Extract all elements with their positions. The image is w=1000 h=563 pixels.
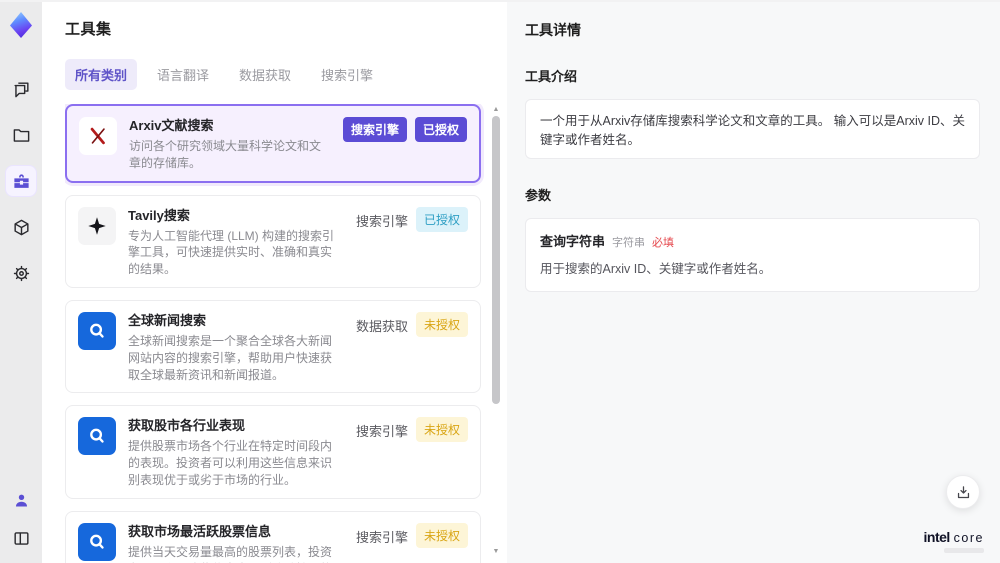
tool-description: 访问各个研究领域大量科学论文和文章的存储库。 [129,139,322,170]
tool-card-active-stocks[interactable]: 获取市场最活跃股票信息 提供当天交易量最高的股票列表，投资者可以利用这些信息来识… [65,510,481,563]
detail-title: 工具详情 [525,22,581,38]
stock-search-logo-icon [78,417,116,456]
tool-card-tavily[interactable]: Tavily搜索 专为人工智能代理 (LLM) 构建的搜索引擎工具，可快速提供实… [65,194,481,288]
toolbox-icon-active[interactable] [6,166,36,196]
authorized-badge: 已授权 [414,117,467,142]
param-type: 字符串 [612,237,646,249]
tool-name: 获取市场最活跃股票信息 [128,523,272,539]
tool-name: 全球新闻搜索 [128,312,207,328]
tool-name: 获取股市各行业表现 [128,418,246,434]
unauthorized-badge: 未授权 [415,522,468,548]
authorized-badge: 已授权 [415,206,468,232]
intel-logo-sub-badge [944,548,984,553]
panel-layout-icon[interactable] [6,523,36,553]
download-button[interactable] [946,475,980,509]
tool-description: 全球新闻搜索是一个聚合全球各大新闻网站内容的搜索引擎，帮助用户快速获取全球最新资… [128,333,333,382]
page-title: 工具集 [65,21,112,38]
parameter-card: 查询字符串 字符串 必填 用于搜索的Arxiv ID、关键字或作者姓名。 [525,218,980,292]
tab-data-fetch[interactable]: 数据获取 [229,59,301,90]
category-badge: 搜索引擎 [342,117,407,142]
stock-search-logo-icon [78,522,116,561]
unauthorized-badge: 未授权 [415,311,468,337]
tab-all-categories[interactable]: 所有类别 [65,59,138,90]
tool-list: Arxiv文献搜索 访问各个研究领域大量科学论文和文章的存储库。 搜索引擎 已授… [65,104,481,563]
tool-card-sector-performance[interactable]: 获取股市各行业表现 提供股票市场各个行业在特定时间段内的表现。投资者可以利用这些… [65,405,481,499]
params-heading: 参数 [525,188,552,203]
intel-brand-text: intel [923,529,951,545]
gear-icon[interactable] [6,258,36,288]
tool-description: 提供股票市场各个行业在特定时间段内的表现。投资者可以利用这些信息来识别表现优于或… [128,439,333,487]
category-tabs: 所有类别 语言翻译 数据获取 搜索引擎 [65,59,507,90]
tool-name: Arxiv文献搜索 [129,118,214,133]
folder-icon[interactable] [6,120,36,150]
param-name: 查询字符串 [540,234,606,249]
app-window: 工具集 所有类别 语言翻译 数据获取 搜索引擎 Arxiv文献搜索 访问各个研究… [0,0,1000,563]
user-icon[interactable] [6,485,36,515]
tool-card-arxiv[interactable]: Arxiv文献搜索 访问各个研究领域大量科学论文和文章的存储库。 搜索引擎 已授… [65,104,481,183]
tool-description: 提供当天交易量最高的股票列表，投资者可以利用这些信息来识别流动性强的股票和潜在的… [128,544,333,563]
tab-language-translation[interactable]: 语言翻译 [147,59,219,90]
tool-list-viewport: Arxiv文献搜索 访问各个研究领域大量科学论文和文章的存储库。 搜索引擎 已授… [65,104,507,563]
app-logo-icon [6,10,36,40]
tavily-star-icon [78,206,116,245]
tool-name: Tavily搜索 [128,207,190,223]
scroll-up-arrow-icon[interactable]: ▲ [491,106,501,114]
cube-icon[interactable] [6,212,36,242]
tab-search-engine[interactable]: 搜索引擎 [311,59,383,90]
tool-card-global-news[interactable]: 全球新闻搜索 全球新闻搜索是一个聚合全球各大新闻网站内容的搜索引擎，帮助用户快速… [65,299,481,394]
list-scrollbar[interactable]: ▲ ▼ [491,104,501,563]
core-brand-text: core [953,531,984,545]
download-icon [957,485,969,498]
intro-heading: 工具介绍 [525,69,578,84]
unauthorized-badge: 未授权 [415,417,468,443]
category-label: 搜索引擎 [355,424,408,440]
scroll-down-arrow-icon[interactable]: ▼ [491,548,501,556]
param-required-flag: 必填 [652,237,675,249]
arxiv-logo-icon [79,117,117,155]
category-label: 搜索引擎 [355,213,408,229]
tool-list-panel: 工具集 所有类别 语言翻译 数据获取 搜索引擎 Arxiv文献搜索 访问各个研究… [42,2,507,563]
chat-icon[interactable] [6,74,36,104]
param-description: 用于搜索的Arxiv ID、关键字或作者姓名。 [540,262,772,276]
icon-rail [0,2,42,563]
tool-description: 专为人工智能代理 (LLM) 构建的搜索引擎工具，可快速提供实时、准确和真实的结… [128,228,335,277]
intro-text-box: 一个用于从Arxiv存储库搜索科学论文和文章的工具。 输入可以是Arxiv ID… [525,99,980,159]
news-search-logo-icon [78,311,116,350]
intel-core-logo: intel core [923,529,984,553]
category-label: 搜索引擎 [355,529,408,545]
scrollbar-thumb[interactable] [492,116,500,404]
category-label: 数据获取 [355,318,408,334]
tool-detail-panel: 工具详情 工具介绍 一个用于从Arxiv存储库搜索科学论文和文章的工具。 输入可… [507,2,1000,563]
